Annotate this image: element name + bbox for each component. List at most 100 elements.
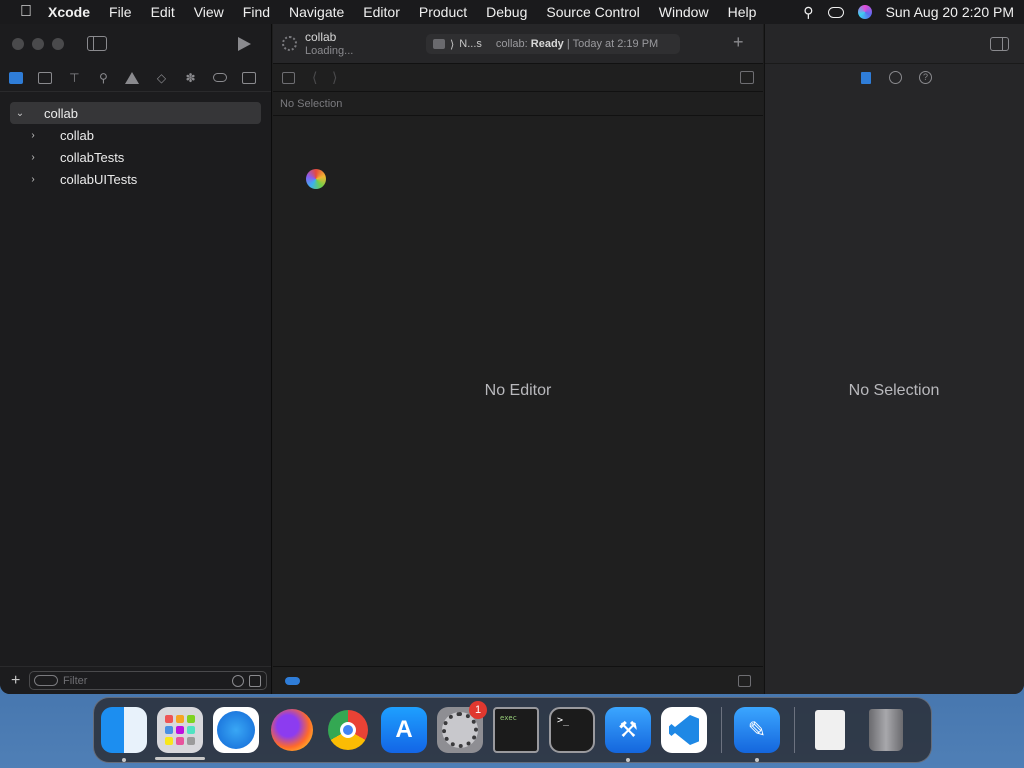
menu-find[interactable]: Find <box>243 4 270 20</box>
filter-placeholder: Filter <box>63 674 88 687</box>
navigator-filter-input[interactable]: Filter <box>29 671 267 690</box>
control-center-icon[interactable] <box>827 6 844 18</box>
related-items-grid-icon[interactable] <box>282 72 295 84</box>
menu-bar:  Xcode File Edit View Find Navigate Edi… <box>0 0 1024 24</box>
recent-files-clock-icon[interactable] <box>232 675 244 687</box>
debug-navigator-spray-icon[interactable]: ✽ <box>184 72 198 84</box>
chevron-down-icon[interactable]: ⌄ <box>14 108 26 119</box>
filter-modified-icon[interactable] <box>249 675 261 687</box>
navigator-tabs: ⊤ ⚲ ◇ ✽ <box>0 64 271 92</box>
trash-icon[interactable] <box>863 707 909 753</box>
no-editor-placeholder: No Editor <box>484 382 552 399</box>
activity-viewer[interactable]: ⟩ N...s collab: Ready | Today at 2:19 PM <box>426 34 680 54</box>
tree-row-collab-tests[interactable]: › collabTests <box>0 146 271 168</box>
launchpad-icon[interactable] <box>157 707 203 753</box>
xcode-window: ⊤ ⚲ ◇ ✽ ⌄ collab › collab › collabTests … <box>0 24 1024 694</box>
dock-separator <box>794 707 795 753</box>
navigator-filter-bar: + Filter <box>0 666 271 694</box>
app-store-icon[interactable]: A <box>381 707 427 753</box>
disk-image-icon[interactable] <box>807 707 853 753</box>
project-tree: ⌄ collab › collab › collabTests › collab… <box>0 92 271 190</box>
project-status: Loading... <box>305 45 354 57</box>
chrome-icon[interactable] <box>325 707 371 753</box>
window-toolbar-right <box>765 24 1024 64</box>
tree-item-label: collabTests <box>60 149 125 165</box>
activity-time: | Today at 2:19 PM <box>566 38 659 50</box>
menu-view[interactable]: View <box>194 4 224 20</box>
exec-label: exec <box>500 714 517 722</box>
xcode-hammer-icon[interactable]: ⚒ <box>605 707 651 762</box>
menu-extras: ⚲ Sun Aug 20 2:20 PM <box>789 4 1014 21</box>
tree-row-collab-ui-tests[interactable]: › collabUITests <box>0 168 271 190</box>
spotlight-search-icon[interactable]: ⚲ <box>803 4 813 21</box>
source-control-navigator-icon[interactable] <box>38 71 53 84</box>
scheme-selector[interactable]: N...s <box>459 38 482 50</box>
menu-product[interactable]: Product <box>419 4 467 20</box>
issue-navigator-warning-icon[interactable] <box>125 71 140 84</box>
filter-options-icon[interactable] <box>34 675 58 686</box>
navigator-sidebar: ⊤ ⚲ ◇ ✽ ⌄ collab › collab › collabTests … <box>0 24 272 694</box>
chevron-right-icon[interactable]: › <box>28 174 38 185</box>
menu-edit[interactable]: Edit <box>151 4 175 20</box>
test-navigator-diamond-icon[interactable]: ◇ <box>154 72 168 84</box>
editor-jump-bar: ⟨ ⟩ <box>273 64 763 92</box>
hide-debug-area-icon[interactable] <box>738 675 751 687</box>
menu-clock[interactable]: Sun Aug 20 2:20 PM <box>886 4 1014 20</box>
minimize-window-button[interactable] <box>32 38 44 50</box>
project-navigator-folder-icon[interactable] <box>9 71 24 84</box>
go-back-chevron-icon[interactable]: ⟨ <box>312 69 317 86</box>
exec-terminal-icon[interactable]: exec <box>493 707 539 753</box>
project-name[interactable]: collab <box>305 30 336 44</box>
close-window-button[interactable] <box>12 38 24 50</box>
report-navigator-list-icon[interactable] <box>241 71 256 84</box>
go-forward-chevron-icon[interactable]: ⟩ <box>332 69 337 86</box>
window-toolbar-center: collab Loading... ⟩ N...s collab: Ready … <box>273 24 763 64</box>
terminal-icon[interactable]: >_ <box>549 707 595 753</box>
loading-spinner-icon <box>282 36 297 51</box>
tree-item-label: collab <box>60 127 94 143</box>
dock: A 1 exec >_ ⚒ ✎ <box>93 697 932 763</box>
find-navigator-search-icon[interactable]: ⚲ <box>96 72 110 84</box>
window-controls <box>12 38 72 50</box>
system-settings-gear-icon[interactable]: 1 <box>437 701 487 753</box>
dock-scroll-indicator <box>155 757 205 760</box>
toggle-inspector-icon[interactable] <box>990 37 1009 51</box>
breakpoint-navigator-tag-icon[interactable] <box>212 73 227 82</box>
siri-icon[interactable] <box>857 5 872 19</box>
color-wheel-busy-icon <box>306 169 326 189</box>
symbol-navigator-icon[interactable]: ⊤ <box>67 72 81 84</box>
debug-area-toggle-icon[interactable] <box>285 677 300 685</box>
history-inspector-clock-icon[interactable] <box>889 71 902 84</box>
add-file-plus-icon[interactable]: + <box>11 672 25 690</box>
zoom-window-button[interactable] <box>52 38 64 50</box>
run-play-icon[interactable] <box>238 37 251 51</box>
tree-row-root[interactable]: ⌄ collab <box>10 102 261 124</box>
apple-icon[interactable]:  <box>16 3 36 21</box>
menu-debug[interactable]: Debug <box>486 4 527 20</box>
add-library-plus-icon[interactable]: + <box>733 32 744 53</box>
menu-navigate[interactable]: Navigate <box>289 4 344 20</box>
notification-badge: 1 <box>469 701 487 719</box>
vscode-icon[interactable] <box>661 707 707 753</box>
menu-help[interactable]: Help <box>728 4 757 20</box>
finder-icon[interactable] <box>101 707 147 762</box>
tree-row-collab[interactable]: › collab <box>0 124 271 146</box>
instruments-icon[interactable]: ✎ <box>734 707 780 762</box>
menu-editor[interactable]: Editor <box>363 4 400 20</box>
running-indicator <box>626 758 630 762</box>
split-editor-icon[interactable] <box>740 71 754 84</box>
window-toolbar-left <box>0 24 271 64</box>
firefox-icon[interactable] <box>269 707 315 753</box>
menu-app-name[interactable]: Xcode <box>48 4 90 20</box>
menu-source-control[interactable]: Source Control <box>546 4 639 20</box>
chevron-right-icon[interactable]: › <box>28 152 38 163</box>
toggle-navigator-icon[interactable] <box>87 36 107 51</box>
quick-help-question-icon[interactable]: ? <box>919 71 932 84</box>
file-inspector-document-icon[interactable] <box>861 72 871 84</box>
menu-file[interactable]: File <box>109 4 132 20</box>
safari-compass-icon[interactable] <box>213 707 259 753</box>
tree-root-label: collab <box>44 105 78 121</box>
chevron-right-icon[interactable]: › <box>28 130 38 141</box>
menu-window[interactable]: Window <box>659 4 709 20</box>
editor-area: collab Loading... ⟩ N...s collab: Ready … <box>273 24 763 694</box>
